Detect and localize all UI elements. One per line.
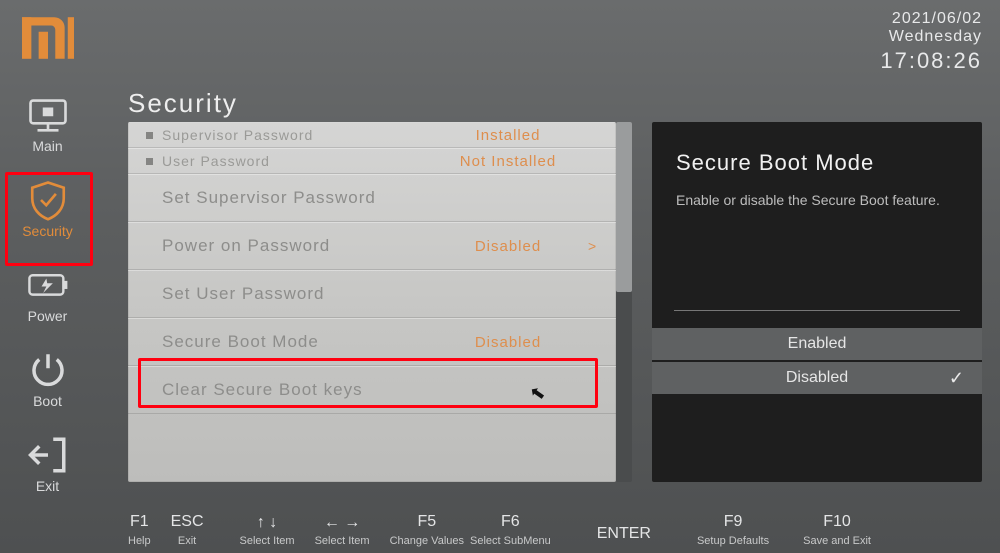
sidebar-item-main[interactable]: Main [5,82,90,167]
hint-key: F10 [823,513,851,531]
option-enabled[interactable]: Enabled [652,328,982,362]
hint-key: ENTER [597,525,651,543]
bullet-icon [146,132,153,139]
hint-key: ESC [171,513,204,531]
hint-updown: ↑ ↓ Select Item [240,515,295,547]
sidebar-item-label: Boot [33,393,62,409]
hint-leftright: ← → Select Item [315,515,370,547]
sidebar-item-label: Main [32,138,62,154]
divider [674,310,960,311]
hint-enter: ENTER [597,525,651,547]
arrows-vertical-icon: ↑ ↓ [257,515,277,531]
clock-time: 17:08:26 [880,48,982,74]
detail-panel: Secure Boot Mode Enable or disable the S… [652,122,982,482]
header: 2021/06/02 Wednesday 17:08:26 [0,0,1000,76]
option-list: Enabled Disabled ✓ [652,328,982,396]
hint-esc: ESC Exit [171,513,204,547]
hint-desc: Setup Defaults [697,535,769,547]
arrows-horizontal-icon: ← → [324,515,360,531]
row-label: Set User Password [162,284,325,304]
option-disabled[interactable]: Disabled ✓ [652,362,982,396]
clock: 2021/06/02 Wednesday 17:08:26 [880,10,982,74]
status-row-supervisor-password: Supervisor Password Installed [128,122,616,148]
row-label: Set Supervisor Password [162,188,376,208]
row-value: Not Installed [428,153,588,170]
hint-key: F6 [501,513,520,531]
hint-key: F9 [724,513,743,531]
exit-icon [27,436,69,474]
bullet-icon [146,158,153,165]
hint-desc: Select Item [315,535,370,547]
sidebar-item-security[interactable]: Security [5,167,90,252]
row-value: Disabled [428,334,588,351]
hint-desc: Select SubMenu [470,535,551,547]
option-label: Disabled [786,369,848,387]
hint-key: F5 [417,513,436,531]
chevron-right-icon: > [588,238,597,254]
page-title: Security [128,88,238,119]
brand-logo [0,0,95,76]
sidebar-item-label: Exit [36,478,59,494]
footer-hints: F1 Help ESC Exit ↑ ↓ Select Item ← → Sel… [128,503,990,547]
hint-desc: Save and Exit [803,535,871,547]
row-label: Supervisor Password [162,127,313,143]
action-row-set-supervisor-password[interactable]: Set Supervisor Password [128,174,616,222]
hint-f5: F5 Change Values [390,513,464,547]
action-row-clear-secure-boot-keys[interactable]: Clear Secure Boot keys [128,366,616,414]
battery-icon [27,266,69,304]
row-label: Clear Secure Boot keys [162,380,363,400]
option-label: Enabled [788,335,847,353]
status-row-user-password: User Password Not Installed [128,148,616,174]
scrollbar-thumb[interactable] [616,122,632,292]
row-label: Power on Password [162,236,330,256]
hint-desc: Select Item [240,535,295,547]
action-row-set-user-password[interactable]: Set User Password [128,270,616,318]
detail-description: Enable or disable the Secure Boot featur… [676,190,958,210]
detail-title: Secure Boot Mode [676,150,958,176]
monitor-icon [27,96,69,134]
clock-date: 2021/06/02 [880,10,982,28]
row-label: User Password [162,153,270,169]
hint-desc: Change Values [390,535,464,547]
hint-f6: F6 Select SubMenu [470,513,551,547]
row-label: Secure Boot Mode [162,332,319,352]
hint-f9: F9 Setup Defaults [697,513,769,547]
hint-desc: Exit [178,535,196,547]
sidebar-item-power[interactable]: Power [5,252,90,337]
row-value: Disabled [428,238,588,255]
sidebar-item-label: Security [22,223,73,239]
power-icon [27,351,69,389]
hint-f10: F10 Save and Exit [803,513,871,547]
clock-day: Wednesday [880,28,982,46]
hint-desc: Help [128,535,151,547]
sidebar-item-exit[interactable]: Exit [5,422,90,507]
hint-f1: F1 Help [128,513,151,547]
hint-key: F1 [130,513,149,531]
row-value: Installed [428,127,588,144]
select-row-power-on-password[interactable]: Power on Password Disabled > [128,222,616,270]
sidebar-item-label: Power [28,308,68,324]
check-icon: ✓ [949,368,964,389]
settings-list: Supervisor Password Installed User Passw… [128,122,616,482]
shield-icon [27,181,69,219]
sidebar-item-boot[interactable]: Boot [5,337,90,422]
select-row-secure-boot-mode[interactable]: Secure Boot Mode Disabled [128,318,616,366]
scrollbar[interactable] [616,122,632,482]
sidebar: Main Security Power Boot [0,76,95,553]
